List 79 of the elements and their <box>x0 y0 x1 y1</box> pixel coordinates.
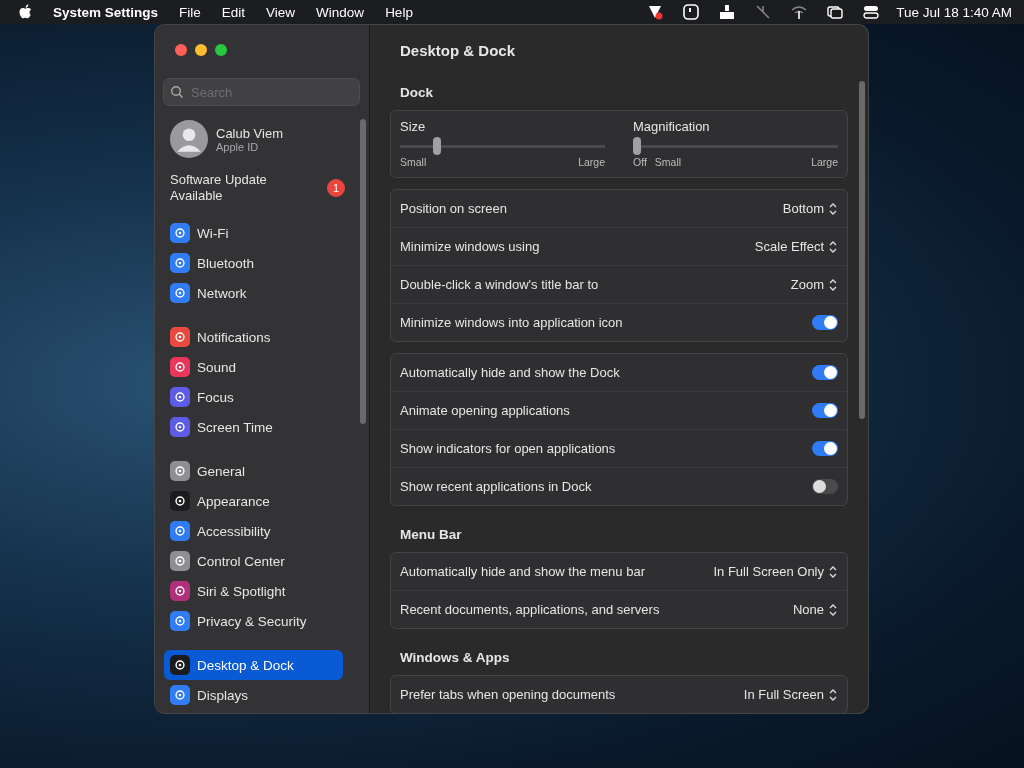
sidebar-item[interactable]: Bluetooth <box>164 248 343 278</box>
tick-label: Small <box>400 156 427 168</box>
popup-select[interactable]: Bottom <box>782 201 838 216</box>
stepper-icon <box>828 602 838 617</box>
tick-label: Small <box>654 156 682 168</box>
toggle-switch[interactable] <box>812 441 838 456</box>
square-icon[interactable] <box>682 3 701 21</box>
section-title: Windows & Apps <box>400 650 511 665</box>
sidebar-item[interactable]: Notifications <box>164 322 343 352</box>
notification-badge: 1 <box>327 179 345 197</box>
sidebar-item[interactable]: Wi-Fi <box>164 218 343 248</box>
setting-label: Animate opening applications <box>400 403 571 418</box>
sidebar-item[interactable]: Screen Time <box>164 412 343 442</box>
stepper-icon <box>828 564 838 579</box>
scrollbar[interactable] <box>360 119 366 424</box>
section-title: Menu Bar <box>400 527 463 542</box>
toggle-switch[interactable] <box>812 365 838 380</box>
slider-label: Magnification <box>633 119 711 134</box>
menu-bar-clock[interactable]: Tue Jul 18 1:40 AM <box>896 4 1012 20</box>
stepper-icon <box>828 239 838 254</box>
popup-select[interactable]: In Full Screen Only <box>713 564 838 579</box>
page-title: Desktop & Dock <box>399 41 517 61</box>
tray-icon[interactable] <box>718 3 737 21</box>
software-update-link[interactable]: Software Update Available <box>170 172 290 204</box>
close-button[interactable] <box>175 44 187 56</box>
account-subtitle: Apple ID <box>216 140 260 153</box>
sidebar-item[interactable]: Control Center <box>164 546 343 576</box>
toggle-switch[interactable] <box>812 479 838 494</box>
setting-label: Prefer tabs when opening documents <box>400 687 617 702</box>
setting-label: Minimize windows using <box>400 239 541 254</box>
setting-label: Double-click a window's title bar to <box>400 277 600 292</box>
shield-icon[interactable] <box>646 3 665 21</box>
menu-item[interactable]: Window <box>316 4 365 20</box>
apple-logo-icon[interactable] <box>18 4 32 20</box>
toggle-switch[interactable] <box>812 315 838 330</box>
scrollbar[interactable] <box>859 81 865 419</box>
zoom-button[interactable] <box>215 44 227 56</box>
setting-label: Position on screen <box>400 201 508 216</box>
stepper-icon <box>828 201 838 216</box>
stepper-icon <box>828 687 838 702</box>
sidebar-item[interactable]: General <box>164 456 343 486</box>
sidebar-item[interactable]: Network <box>164 278 343 308</box>
stepper-icon <box>828 277 838 292</box>
menu-item[interactable]: Edit <box>221 4 246 20</box>
sidebar-item[interactable]: Privacy & Security <box>164 606 343 636</box>
sidebar-item[interactable]: Sound <box>164 352 343 382</box>
menu-item[interactable]: Help <box>385 4 413 20</box>
popup-select[interactable]: In Full Screen <box>743 687 838 702</box>
sidebar-item[interactable]: Appearance <box>164 486 343 516</box>
toggle-switch[interactable] <box>812 403 838 418</box>
popup-select[interactable]: Zoom <box>790 277 838 292</box>
tick-label: Large <box>578 156 605 168</box>
wifi-icon[interactable] <box>790 3 809 21</box>
control-center-icon[interactable] <box>862 3 881 21</box>
menu-item[interactable]: View <box>266 4 296 20</box>
windows-icon[interactable] <box>826 3 845 21</box>
slider-label: Size <box>400 119 427 134</box>
popup-select[interactable]: Scale Effect <box>754 239 838 254</box>
account-name[interactable]: Calub Viem <box>216 125 283 141</box>
sidebar-item[interactable]: Displays <box>164 680 343 710</box>
tick-label: Large <box>811 156 838 168</box>
sidebar-item[interactable]: Focus <box>164 382 343 412</box>
sidebar-item[interactable]: Desktop & Dock <box>164 650 343 680</box>
section-title: Dock <box>400 85 434 100</box>
setting-label: Automatically hide and show the menu bar <box>400 564 646 579</box>
setting-label: Automatically hide and show the Dock <box>400 365 621 380</box>
setting-label: Show indicators for open applications <box>400 441 617 456</box>
tick-label: Off <box>633 156 647 168</box>
app-menu[interactable]: System Settings <box>53 4 159 20</box>
avatar-silhouette[interactable] <box>170 120 208 158</box>
minimize-button[interactable] <box>195 44 207 56</box>
setting-label: Minimize windows into application icon <box>400 315 624 330</box>
setting-label: Show recent applications in Dock <box>400 479 593 494</box>
sidebar-item[interactable]: Siri & Spotlight <box>164 576 343 606</box>
search-icon <box>170 85 184 99</box>
menu-item[interactable]: File <box>179 4 201 20</box>
popup-select[interactable]: None <box>792 602 838 617</box>
sidebar-item[interactable]: Accessibility <box>164 516 343 546</box>
setting-label: Recent documents, applications, and servers <box>400 602 661 617</box>
